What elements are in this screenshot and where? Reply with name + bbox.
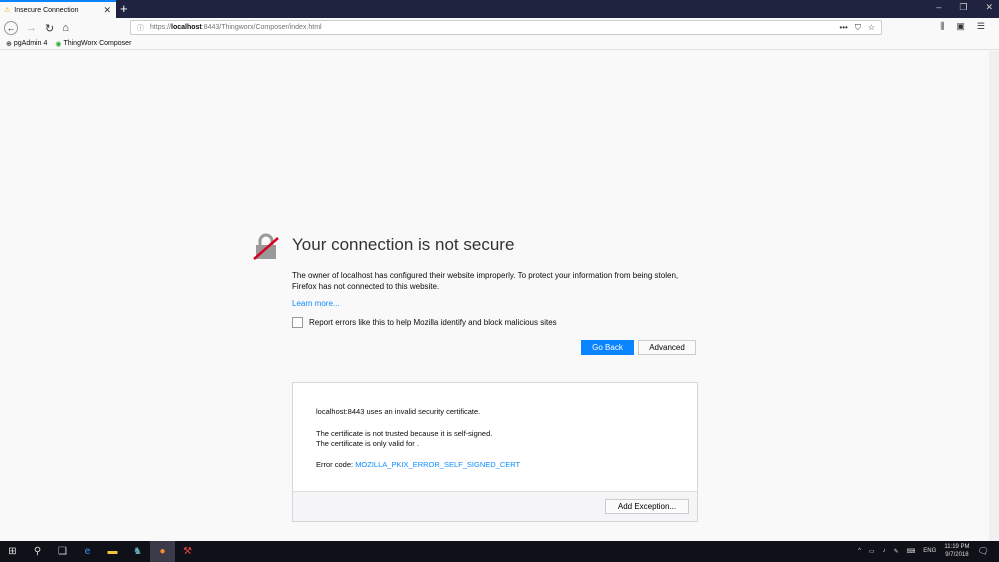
bookmark-pgadmin[interactable]: ⊕ pgAdmin 4 — [6, 40, 47, 48]
keyboard-icon[interactable]: ⌨ — [907, 548, 916, 555]
restore-button[interactable]: ❐ — [959, 2, 967, 13]
bookmark-label: ThingWorx Composer — [63, 40, 132, 47]
edge-icon[interactable]: e — [75, 546, 100, 557]
url-path: :8443/Thingworx/Composer/index.html — [201, 24, 322, 31]
file-explorer-icon[interactable]: ▬ — [100, 546, 125, 557]
reload-button[interactable]: ↻ — [45, 22, 54, 35]
add-exception-button[interactable]: Add Exception... — [605, 499, 689, 514]
bookmark-label: pgAdmin 4 — [13, 40, 48, 47]
forward-button[interactable]: → — [26, 22, 37, 34]
advanced-panel: localhost:8443 uses an invalid security … — [292, 382, 698, 522]
start-icon[interactable]: ⊞ — [0, 546, 25, 557]
url-prefix: https:// — [150, 24, 172, 31]
nav-bar: ← → ↻ ⌂ ⓘ https://localhost:8443/Thingwo… — [0, 18, 999, 38]
thingworx-icon: ◉ — [55, 40, 62, 48]
warning-icon: ⚠ — [4, 7, 11, 14]
time: 11:19 PM — [944, 544, 970, 550]
url-host: localhost — [171, 24, 202, 31]
globe-icon: ⊕ — [6, 40, 12, 48]
network-icon[interactable]: ▭ — [869, 548, 875, 555]
notifications-icon[interactable]: 🗨 — [978, 546, 989, 557]
pocket-icon[interactable]: ⛉ — [855, 23, 861, 33]
app-icon[interactable]: ⚒ — [175, 546, 200, 557]
error-code: Error code: MOZILLA_PKIX_ERROR_SELF_SIGN… — [316, 460, 520, 469]
error-code-link[interactable]: MOZILLA_PKIX_ERROR_SELF_SIGNED_CERT — [355, 460, 520, 469]
library-icon[interactable]: ⫼ — [940, 21, 944, 32]
close-tab-icon[interactable]: ✕ — [103, 5, 111, 16]
scrollbar[interactable] — [989, 51, 999, 541]
taskbar: ⊞ ⚲ ❏ e ▬ ♞ ● ⚒ ^ ▭ ♪ ✎ ⌨ ENG 11:19 PM 9/… — [0, 541, 999, 562]
clock[interactable]: 11:19 PM 9/7/2018 — [944, 543, 969, 559]
firefox-icon[interactable]: ● — [150, 541, 175, 562]
tray-chevron-icon[interactable]: ^ — [858, 548, 861, 554]
report-label: Report errors like this to help Mozilla … — [309, 318, 557, 327]
new-tab-button[interactable]: + — [120, 1, 128, 16]
error-description: The owner of localhost has configured th… — [292, 271, 679, 291]
bookmarks-bar: ⊕ pgAdmin 4 ◉ ThingWorx Composer — [0, 38, 999, 50]
tab-title: Insecure Connection — [14, 6, 79, 14]
self-signed-text: The certificate is not trusted because i… — [316, 429, 493, 438]
panel-footer: Add Exception... — [293, 491, 697, 521]
volume-icon[interactable]: ♪ — [883, 548, 886, 554]
cert-invalid-text: localhost:8443 uses an invalid security … — [316, 407, 481, 416]
menu-icon[interactable]: ☰ — [977, 21, 985, 32]
page-actions-icon[interactable]: ••• — [839, 23, 847, 33]
error-code-label: Error code: — [316, 460, 356, 469]
sidebar-icon[interactable]: ▣ — [956, 21, 965, 32]
pgadmin-icon[interactable]: ♞ — [125, 546, 150, 557]
search-icon[interactable]: ⚲ — [25, 546, 50, 557]
learn-more-link[interactable]: Learn more... — [292, 299, 340, 308]
page-title: Your connection is not secure — [292, 235, 515, 254]
report-errors-checkbox[interactable]: Report errors like this to help Mozilla … — [292, 317, 557, 328]
home-button[interactable]: ⌂ — [62, 22, 69, 34]
close-window-button[interactable]: ✕ — [985, 2, 993, 13]
tab-insecure-connection[interactable]: ⚠ Insecure Connection ✕ — [0, 0, 116, 18]
url-bar[interactable]: ⓘ https://localhost:8443/Thingworx/Compo… — [130, 20, 882, 35]
pen-icon[interactable]: ✎ — [894, 548, 899, 555]
minimize-button[interactable]: – — [936, 2, 941, 13]
broken-lock-icon — [253, 233, 279, 260]
valid-for-text: The certificate is only valid for . — [316, 439, 419, 448]
go-back-button[interactable]: Go Back — [581, 340, 634, 355]
info-icon: ⓘ — [137, 24, 144, 32]
language-indicator[interactable]: ENG — [923, 548, 936, 554]
title-bar: ⚠ Insecure Connection ✕ + – ❐ ✕ — [0, 0, 999, 18]
task-view-icon[interactable]: ❏ — [50, 546, 75, 557]
advanced-button[interactable]: Advanced — [638, 340, 696, 355]
checkbox[interactable] — [292, 317, 303, 328]
back-button[interactable]: ← — [4, 21, 18, 35]
date: 9/7/2018 — [945, 552, 969, 558]
bookmark-thingworx[interactable]: ◉ ThingWorx Composer — [55, 40, 131, 48]
bookmark-star-icon[interactable]: ☆ — [868, 23, 875, 33]
